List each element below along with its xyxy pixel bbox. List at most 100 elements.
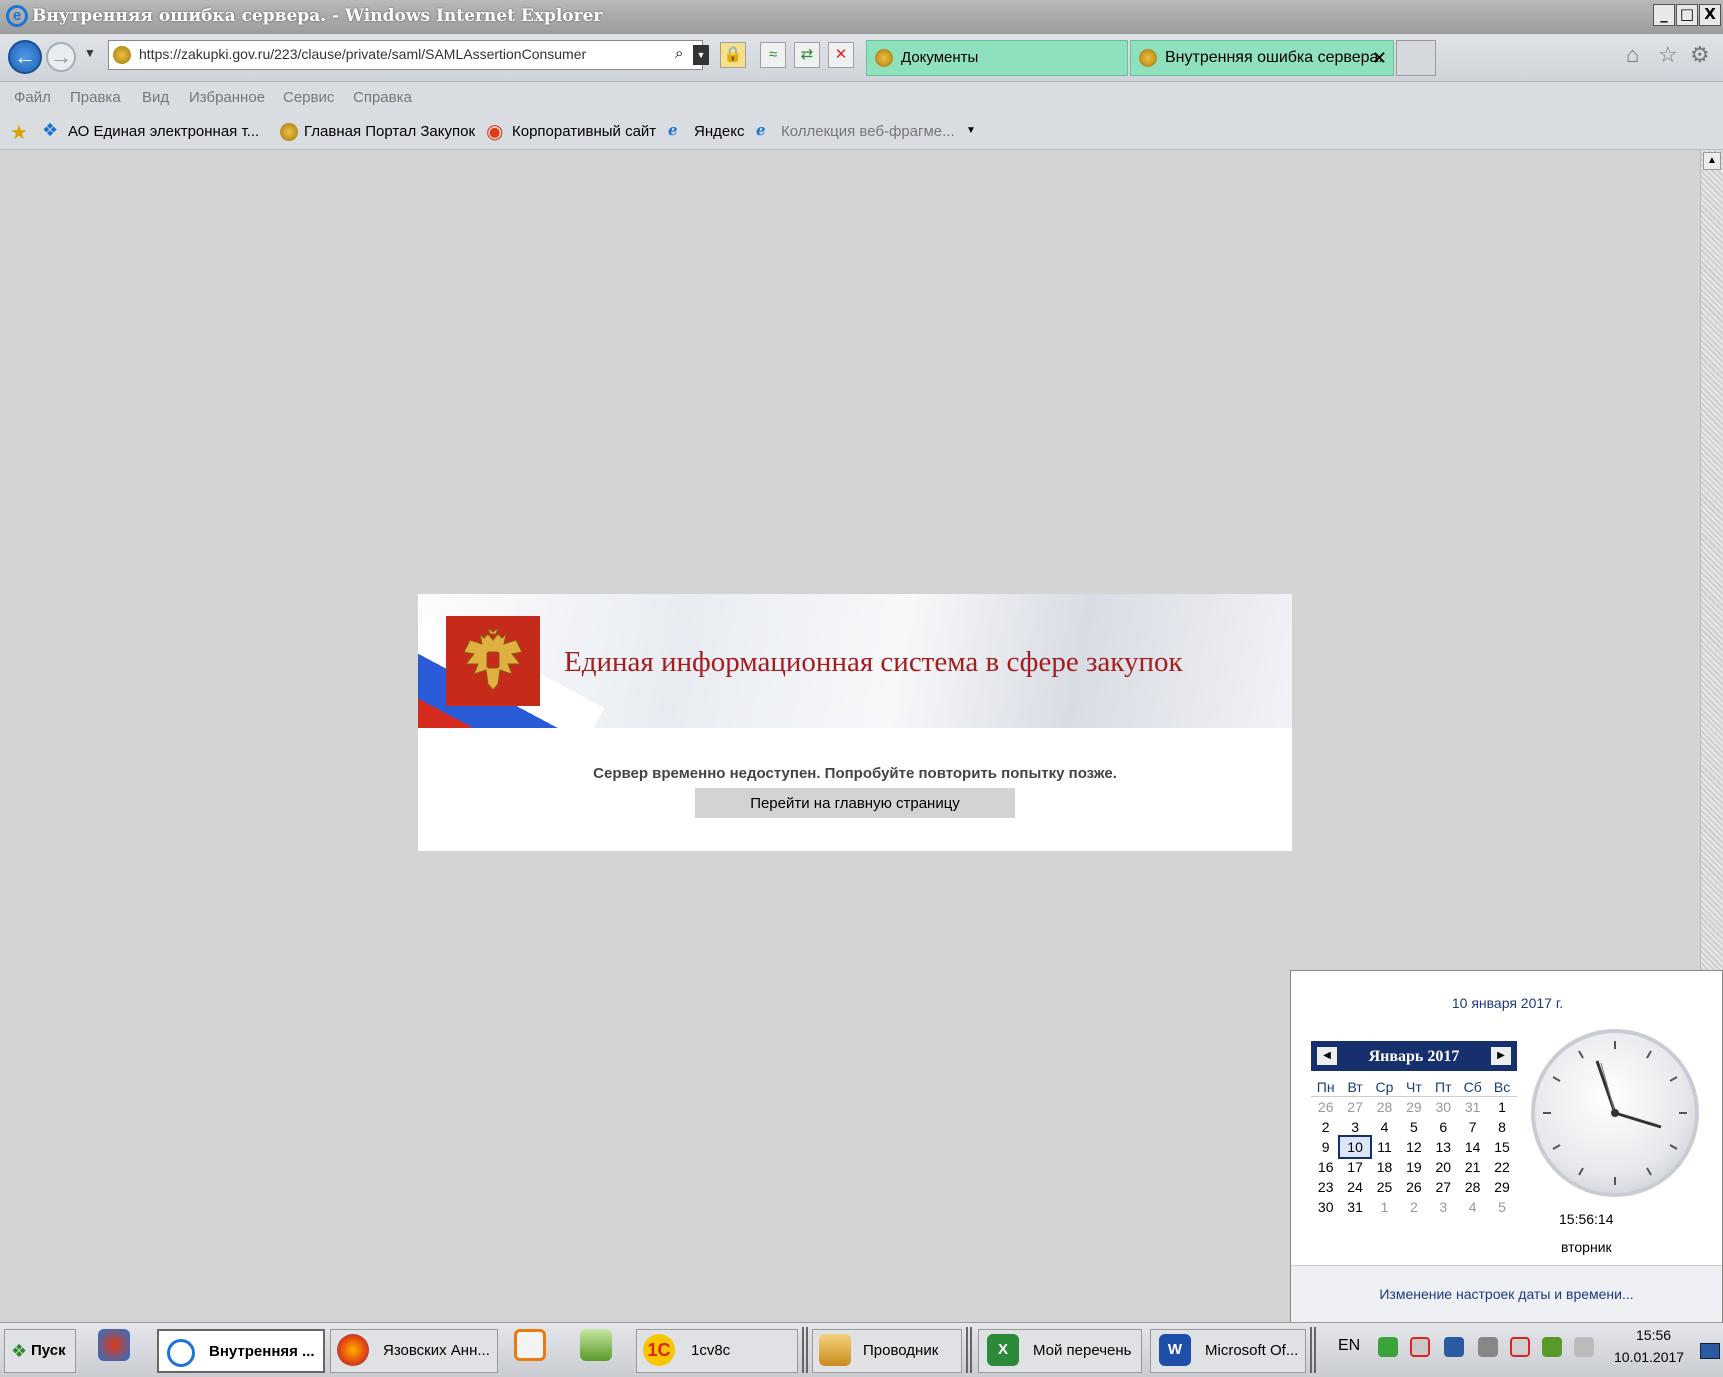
tray-device-icon[interactable] <box>1542 1337 1562 1357</box>
menu-view[interactable]: Вид <box>142 89 169 106</box>
calendar-day[interactable]: 17 <box>1340 1157 1369 1177</box>
taskbar-item-explorer[interactable]: Проводник <box>812 1329 962 1373</box>
chevron-down-icon[interactable]: ▼ <box>966 125 976 136</box>
calendar-day[interactable]: 27 <box>1429 1177 1458 1197</box>
calendar-day[interactable]: 4 <box>1370 1117 1399 1137</box>
favorite-link[interactable]: АО Единая электронная т... <box>68 123 259 140</box>
taskbar-item-firefox[interactable]: Язовских Анн... <box>330 1329 498 1373</box>
calendar-day[interactable]: 12 <box>1399 1137 1428 1157</box>
calendar-day[interactable]: 11 <box>1370 1137 1399 1157</box>
tool-icon[interactable] <box>580 1329 612 1361</box>
menu-edit[interactable]: Правка <box>70 89 121 106</box>
maximize-button[interactable]: □ <box>1676 4 1698 26</box>
quick-launch-icon[interactable] <box>98 1329 130 1361</box>
show-desktop-button[interactable] <box>1700 1343 1720 1359</box>
taskbar-item-word[interactable]: W Microsoft Of... <box>1150 1329 1306 1373</box>
calendar-day[interactable]: 15 <box>1487 1137 1516 1157</box>
calendar-day[interactable]: 26 <box>1399 1177 1428 1197</box>
menu-help[interactable]: Справка <box>353 89 412 106</box>
language-indicator[interactable]: EN <box>1338 1337 1360 1355</box>
calendar-day[interactable]: 14 <box>1458 1137 1487 1157</box>
start-button[interactable]: ❖ Пуск <box>4 1329 76 1373</box>
favorite-link[interactable]: Коллекция веб-фрагме... <box>781 123 955 140</box>
close-tab-icon[interactable]: ✕ <box>1372 41 1387 75</box>
calendar-day[interactable]: 19 <box>1399 1157 1428 1177</box>
tab-documents[interactable]: Документы <box>866 40 1128 76</box>
calendar-day[interactable]: 27 <box>1340 1097 1369 1117</box>
favorites-star-icon[interactable]: ☆ <box>1658 42 1678 68</box>
minimize-button[interactable]: _ <box>1653 4 1675 26</box>
tray-network-icon[interactable] <box>1444 1337 1464 1357</box>
go-home-button[interactable]: Перейти на главную страницу <box>695 788 1015 818</box>
calendar-day[interactable]: 28 <box>1370 1097 1399 1117</box>
compatibility-view-icon[interactable]: ≈ <box>760 42 786 68</box>
calendar-day[interactable]: 18 <box>1370 1157 1399 1177</box>
menu-file[interactable]: Файл <box>14 89 51 106</box>
calendar-day[interactable]: 28 <box>1458 1177 1487 1197</box>
calendar-day[interactable]: 25 <box>1370 1177 1399 1197</box>
calendar-day[interactable]: 29 <box>1399 1097 1428 1117</box>
calendar-day-selected[interactable]: 10 <box>1338 1135 1372 1159</box>
tab-server-error[interactable]: Внутренняя ошибка сервера. ✕ <box>1130 40 1394 76</box>
lock-icon[interactable]: 🔒 <box>720 42 746 68</box>
tray-muted-icon[interactable] <box>1510 1337 1530 1357</box>
calendar-day[interactable]: 2 <box>1399 1197 1428 1217</box>
recent-pages-dropdown-icon[interactable]: ▼ <box>84 46 96 60</box>
calendar-day[interactable]: 30 <box>1429 1097 1458 1117</box>
calendar-day[interactable]: 29 <box>1487 1177 1516 1197</box>
taskbar-item-1c[interactable]: 1С 1cv8c <box>636 1329 798 1373</box>
tray-alert-icon[interactable] <box>1410 1337 1430 1357</box>
next-month-icon[interactable]: ▶ <box>1491 1047 1511 1065</box>
address-bar[interactable]: ⌕ ▼ <box>108 40 709 70</box>
tray-volume-icon[interactable] <box>1478 1337 1498 1357</box>
calendar-day[interactable]: 26 <box>1311 1097 1340 1117</box>
full-date-link[interactable]: 10 января 2017 г. <box>1291 995 1723 1011</box>
new-tab-button[interactable] <box>1396 40 1436 76</box>
taskbar-clock-date[interactable]: 10.01.2017 <box>1614 1349 1684 1365</box>
url-input[interactable] <box>137 45 661 63</box>
favorite-link[interactable]: Корпоративный сайт <box>512 123 656 140</box>
tray-person-icon[interactable] <box>1378 1337 1398 1357</box>
add-favorites-star-icon[interactable]: ★ <box>10 120 28 145</box>
gear-icon[interactable]: ⚙ <box>1690 42 1710 68</box>
taskbar-clock-time[interactable]: 15:56 <box>1636 1327 1671 1343</box>
calendar-day[interactable]: 4 <box>1458 1197 1487 1217</box>
close-window-button[interactable]: X <box>1699 4 1721 26</box>
menu-tools[interactable]: Сервис <box>283 89 334 106</box>
favorite-link[interactable]: Главная Портал Закупок <box>304 123 475 140</box>
calendar-day[interactable]: 30 <box>1311 1197 1340 1217</box>
stop-icon[interactable]: ✕ <box>828 42 854 68</box>
calendar-month[interactable]: Январь 2017 <box>1311 1048 1517 1066</box>
forward-button[interactable]: → <box>46 42 76 72</box>
scroll-up-icon[interactable]: ▲ <box>1703 152 1721 170</box>
date-settings-link[interactable]: Изменение настроек даты и времени... <box>1291 1265 1722 1323</box>
calendar-day[interactable]: 1 <box>1487 1097 1516 1117</box>
calendar-day[interactable]: 9 <box>1311 1137 1340 1157</box>
calendar-day[interactable]: 20 <box>1429 1157 1458 1177</box>
calendar-day[interactable]: 7 <box>1458 1117 1487 1137</box>
calendar-day[interactable]: 3 <box>1340 1117 1369 1137</box>
calendar-day[interactable]: 5 <box>1399 1117 1428 1137</box>
media-player-icon[interactable] <box>514 1329 546 1361</box>
calendar-day[interactable]: 24 <box>1340 1177 1369 1197</box>
favorite-link[interactable]: Яндекс <box>694 123 744 140</box>
calendar-day[interactable]: 21 <box>1458 1157 1487 1177</box>
calendar-day[interactable]: 31 <box>1458 1097 1487 1117</box>
menu-favorites[interactable]: Избранное <box>189 89 265 106</box>
refresh-icon[interactable]: ⇄ <box>794 42 820 68</box>
calendar-day[interactable]: 1 <box>1370 1197 1399 1217</box>
calendar-day[interactable]: 2 <box>1311 1117 1340 1137</box>
calendar-day[interactable]: 13 <box>1429 1137 1458 1157</box>
calendar-day[interactable]: 22 <box>1487 1157 1516 1177</box>
calendar-day[interactable]: 8 <box>1487 1117 1516 1137</box>
search-icon[interactable]: ⌕ <box>675 45 683 62</box>
calendar-day[interactable]: 16 <box>1311 1157 1340 1177</box>
tray-settings-icon[interactable] <box>1574 1337 1594 1357</box>
calendar-day[interactable]: 6 <box>1429 1117 1458 1137</box>
calendar-day[interactable]: 3 <box>1429 1197 1458 1217</box>
calendar-day[interactable]: 23 <box>1311 1177 1340 1197</box>
back-button[interactable]: ← <box>8 40 42 74</box>
calendar-day[interactable]: 31 <box>1340 1197 1369 1217</box>
calendar-day[interactable]: 5 <box>1487 1197 1516 1217</box>
taskbar-item-ie[interactable]: Внутренняя ... <box>157 1329 325 1373</box>
